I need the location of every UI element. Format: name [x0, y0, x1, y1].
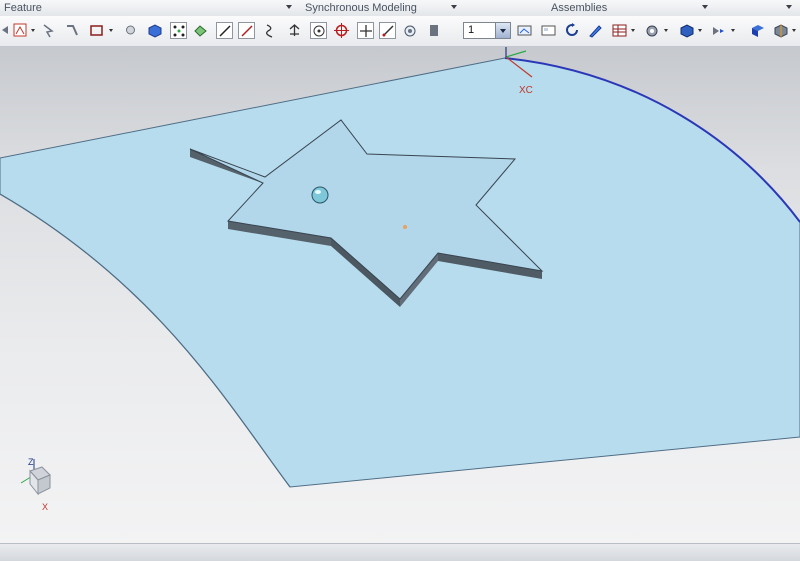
image-icon[interactable]: [516, 22, 533, 39]
work-layer-select[interactable]: 1: [463, 22, 511, 39]
chevron-down-icon[interactable]: [31, 29, 35, 32]
group-feature-label: Feature: [4, 2, 42, 14]
triad-z-label: Z: [28, 457, 34, 467]
assembly-icon[interactable]: [772, 22, 789, 39]
sketch-icon[interactable]: [12, 22, 29, 39]
move-face-icon[interactable]: [40, 22, 57, 39]
chevron-down-icon[interactable]: [286, 5, 292, 9]
graphics-viewport[interactable]: XC Z X: [0, 47, 800, 543]
chevron-down-icon[interactable]: [451, 5, 457, 9]
cube-icon[interactable]: [678, 22, 695, 39]
lightbulb-icon[interactable]: [122, 22, 139, 39]
block-icon[interactable]: [146, 22, 163, 39]
wcs-xc-label: XC: [519, 85, 533, 96]
absolute-triad: [20, 459, 51, 496]
origin-point: [403, 225, 407, 229]
part-navigator-icon[interactable]: [749, 22, 766, 39]
group-assemblies[interactable]: Assemblies: [551, 0, 711, 16]
pull-face-icon[interactable]: [64, 22, 81, 39]
chevron-down-icon: [500, 29, 506, 33]
circle-target-icon[interactable]: [333, 22, 350, 39]
chevron-down-icon[interactable]: [109, 29, 113, 32]
line-icon[interactable]: [216, 22, 233, 39]
layer-manager-icon[interactable]: [425, 22, 442, 39]
selection-marker-highlight: [315, 190, 321, 194]
chevron-down-icon[interactable]: [786, 5, 792, 9]
chevron-down-icon[interactable]: [631, 29, 635, 32]
camera-icon[interactable]: [402, 22, 419, 39]
dropdown-button[interactable]: [495, 23, 510, 38]
rectangle-icon[interactable]: [88, 22, 105, 39]
arc-icon[interactable]: [238, 22, 255, 39]
3d-model-scene[interactable]: [0, 47, 800, 543]
status-bar: [0, 543, 800, 561]
group-assemblies-label: Assemblies: [551, 2, 608, 14]
chevron-down-icon[interactable]: [731, 29, 735, 32]
arrow-up-icon[interactable]: [286, 22, 303, 39]
group-synchronous-modeling-label: Synchronous Modeling: [305, 2, 417, 14]
chevron-down-icon[interactable]: [702, 5, 708, 9]
work-layer-value: 1: [468, 24, 475, 36]
ribbon-group-bar: Feature Synchronous Modeling Assemblies: [0, 0, 800, 17]
point-circle-icon[interactable]: [310, 22, 327, 39]
grid-table-icon[interactable]: [611, 22, 628, 39]
crosshair-icon[interactable]: [357, 22, 374, 39]
wcs-icon[interactable]: [644, 22, 661, 39]
point-line-icon[interactable]: [379, 22, 396, 39]
selection-marker[interactable]: [311, 186, 329, 204]
image-icon[interactable]: [540, 22, 557, 39]
group-feature[interactable]: Feature: [4, 0, 294, 16]
chevron-down-icon[interactable]: [698, 29, 702, 32]
rotate-icon[interactable]: [564, 22, 581, 39]
group-synchronous-modeling[interactable]: Synchronous Modeling: [305, 0, 460, 16]
pencil-icon[interactable]: [587, 22, 604, 39]
toolbar: [0, 16, 800, 47]
pattern-icon[interactable]: [170, 22, 187, 39]
chevron-down-icon[interactable]: [664, 29, 668, 32]
view-icon[interactable]: [710, 22, 727, 39]
spline-icon[interactable]: [262, 22, 279, 39]
mesh-icon[interactable]: [192, 22, 209, 39]
chevron-down-icon[interactable]: [792, 29, 796, 32]
triad-x-label: X: [42, 502, 49, 512]
